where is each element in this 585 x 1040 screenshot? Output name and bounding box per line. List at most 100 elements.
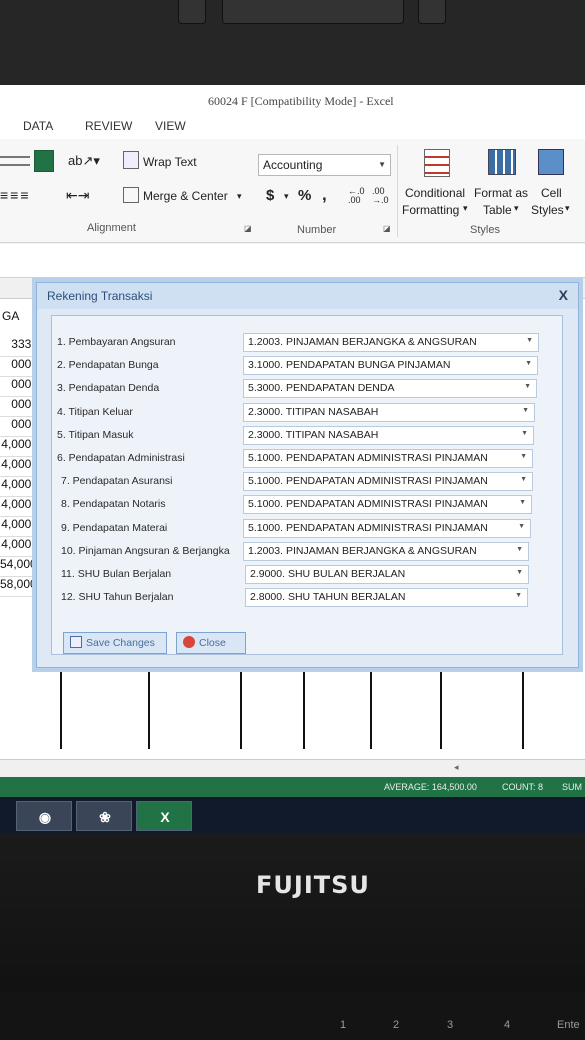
conditional-formatting-label-1[interactable]: Conditional bbox=[405, 186, 465, 200]
format-as-table-icon[interactable] bbox=[488, 149, 516, 175]
status-sum: SUM bbox=[562, 782, 582, 792]
grid-divider bbox=[370, 659, 372, 749]
group-alignment-label: Alignment bbox=[87, 222, 136, 234]
account-select[interactable]: 1.2003. PINJAMAN BERJANGKA & ANGSURAN ▼ bbox=[243, 541, 529, 561]
save-changes-label: Save Changes bbox=[86, 637, 155, 649]
account-select[interactable]: 2.8000. SHU TAHUN BERJALAN ▼ bbox=[245, 588, 528, 608]
grid-divider bbox=[60, 659, 62, 749]
orientation-icon[interactable]: ab↗▾ bbox=[68, 153, 100, 169]
account-select[interactable]: 2.3000. TITIPAN NASABAH ▼ bbox=[243, 402, 535, 422]
chevron-down-icon: ▼ bbox=[526, 337, 533, 344]
indent-icon[interactable]: ⇤⇥ bbox=[66, 187, 89, 204]
taskbar-app[interactable]: ❀ bbox=[76, 801, 132, 831]
ribbon: ab↗▾ Wrap Text Accounting ▼ ≡≡≡ ⇤⇥ Merge… bbox=[0, 139, 585, 243]
key-2[interactable]: 2 bbox=[393, 1019, 399, 1031]
table-chevron-icon[interactable]: ▾ bbox=[514, 203, 519, 214]
close-button[interactable]: Close bbox=[176, 632, 246, 654]
hinge-tab-right bbox=[418, 0, 446, 24]
account-select-value: 5.1000. PENDAPATAN ADMINISTRASI PINJAMAN bbox=[248, 475, 488, 488]
wrap-text-icon[interactable] bbox=[123, 151, 139, 169]
merge-chevron-icon[interactable]: ▾ bbox=[237, 191, 242, 202]
currency-button[interactable]: $ bbox=[266, 187, 274, 204]
styles-chevron-icon[interactable]: ▾ bbox=[565, 203, 570, 214]
chevron-down-icon: ▼ bbox=[525, 360, 532, 368]
account-select[interactable]: 3.1000. PENDAPATAN BUNGA PINJAMAN ▼ bbox=[243, 356, 538, 376]
tab-view[interactable]: VIEW bbox=[155, 119, 186, 133]
account-select[interactable]: 5.1000. PENDAPATAN ADMINISTRASI PINJAMAN… bbox=[243, 495, 532, 515]
account-row-label: 2. Pendapatan Bunga bbox=[57, 359, 159, 372]
chevron-down-icon: ▼ bbox=[520, 453, 527, 460]
account-select[interactable]: 5.1000. PENDAPATAN ADMINISTRASI PINJAMAN… bbox=[243, 472, 533, 492]
cell-styles-label-2[interactable]: Styles bbox=[531, 203, 564, 217]
column-header-label: GA bbox=[2, 309, 20, 323]
wrap-text-button[interactable]: Wrap Text bbox=[143, 155, 197, 169]
chevron-down-icon: ▼ bbox=[519, 499, 526, 507]
close-label: Close bbox=[199, 637, 226, 649]
taskbar: ◉ ❀ X bbox=[0, 797, 585, 833]
scroll-left-icon[interactable]: ◂ bbox=[454, 762, 459, 773]
account-select[interactable]: 2.3000. TITIPAN NASABAH ▼ bbox=[243, 425, 534, 445]
taskbar-excel[interactable]: X bbox=[136, 801, 192, 831]
decrease-decimal-icon[interactable]: .00 →.0 bbox=[372, 187, 389, 205]
number-format-value: Accounting bbox=[263, 158, 323, 172]
key-1[interactable]: 1 bbox=[340, 1019, 346, 1031]
increase-decimal-icon[interactable]: ←.0.00 bbox=[348, 187, 365, 205]
chevron-down-icon: ▼ bbox=[518, 522, 525, 530]
account-select[interactable]: 5.1000. PENDAPATAN ADMINISTRASI PINJAMAN… bbox=[243, 449, 533, 468]
account-row-label: 10. Pinjaman Angsuran & Berjangka bbox=[61, 544, 230, 557]
account-select[interactable]: 5.1000. PENDAPATAN ADMINISTRASI PINJAMAN… bbox=[243, 518, 531, 538]
number-format-dropdown[interactable]: Accounting ▼ bbox=[258, 154, 391, 176]
account-select-value: 1.2003. PINJAMAN BERJANGKA & ANGSURAN bbox=[248, 336, 477, 348]
cell-styles-icon[interactable] bbox=[538, 149, 564, 175]
conditional-chevron-icon[interactable]: ▾ bbox=[463, 203, 468, 214]
tab-review[interactable]: REVIEW bbox=[85, 119, 132, 133]
chevron-down-icon: ▼ bbox=[524, 383, 531, 391]
account-row: 8. Pendapatan Notaris 5.1000. PENDAPATAN … bbox=[37, 495, 547, 515]
account-select[interactable]: 5.3000. PENDAPATAN DENDA ▼ bbox=[243, 379, 537, 399]
format-as-table-label-1[interactable]: Format as bbox=[474, 186, 528, 200]
key-3[interactable]: 3 bbox=[447, 1019, 453, 1031]
key-enter[interactable]: Ente bbox=[557, 1019, 580, 1031]
align-buttons-icon[interactable]: ≡≡≡ bbox=[0, 187, 31, 203]
alignment-launcher-icon[interactable]: ◪ bbox=[244, 224, 252, 233]
account-select-value: 5.1000. PENDAPATAN ADMINISTRASI PINJAMAN bbox=[248, 498, 488, 511]
tab-data[interactable]: DATA bbox=[23, 119, 53, 133]
account-row-label: 3. Pendapatan Denda bbox=[57, 382, 160, 395]
account-select-value: 2.3000. TITIPAN NASABAH bbox=[248, 405, 379, 418]
account-row: 12. SHU Tahun Berjalan 2.8000. SHU TAHUN … bbox=[37, 588, 547, 608]
cell-styles-label-1[interactable]: Cell bbox=[541, 186, 562, 200]
account-select[interactable]: 1.2003. PINJAMAN BERJANGKA & ANGSURAN ▼ bbox=[243, 333, 539, 352]
align-lines-icon[interactable] bbox=[0, 156, 30, 166]
excel-icon: X bbox=[160, 809, 170, 825]
dialog-title: Rekening Transaksi bbox=[47, 289, 153, 303]
account-select[interactable]: 2.9000. SHU BULAN BERJALAN ▼ bbox=[245, 565, 529, 584]
percent-button[interactable]: % bbox=[298, 187, 311, 204]
account-row: 6. Pendapatan Administrasi 5.1000. PENDAP… bbox=[37, 449, 547, 469]
account-row: 5. Titipan Masuk 2.3000. TITIPAN NASABAH ▼ bbox=[37, 425, 547, 446]
fill-color-icon[interactable] bbox=[34, 150, 54, 172]
save-icon bbox=[70, 636, 82, 648]
format-as-table-label-2[interactable]: Table bbox=[483, 203, 512, 217]
grid-divider bbox=[440, 659, 442, 749]
conditional-formatting-icon[interactable] bbox=[424, 149, 450, 177]
grid-divider bbox=[303, 659, 305, 749]
dialog-close-icon[interactable]: X bbox=[559, 287, 568, 303]
sheet-tabs-bar[interactable]: ◂ bbox=[0, 759, 585, 777]
status-count: COUNT: 8 bbox=[502, 782, 544, 792]
account-row-label: 7. Pendapatan Asuransi bbox=[61, 475, 173, 488]
save-changes-button[interactable]: Save Changes bbox=[63, 632, 167, 654]
taskbar-chrome[interactable]: ◉ bbox=[16, 801, 72, 831]
number-launcher-icon[interactable]: ◪ bbox=[383, 224, 391, 233]
merge-center-icon[interactable] bbox=[123, 187, 139, 203]
grid-divider bbox=[240, 659, 242, 749]
conditional-formatting-label-2[interactable]: Formatting bbox=[402, 203, 459, 217]
account-row: 2. Pendapatan Bunga 3.1000. PENDAPATAN BU… bbox=[37, 356, 547, 376]
account-select-value: 2.9000. SHU BULAN BERJALAN bbox=[250, 568, 406, 580]
chevron-down-icon: ▼ bbox=[521, 429, 528, 437]
merge-center-button[interactable]: Merge & Center bbox=[143, 189, 228, 203]
comma-button[interactable]: , bbox=[322, 185, 327, 205]
formula-bar[interactable] bbox=[0, 244, 585, 278]
key-4[interactable]: 4 bbox=[504, 1019, 510, 1031]
account-row: 10. Pinjaman Angsuran & Berjangka 1.2003.… bbox=[37, 541, 547, 562]
currency-chevron-icon[interactable]: ▾ bbox=[284, 191, 289, 202]
